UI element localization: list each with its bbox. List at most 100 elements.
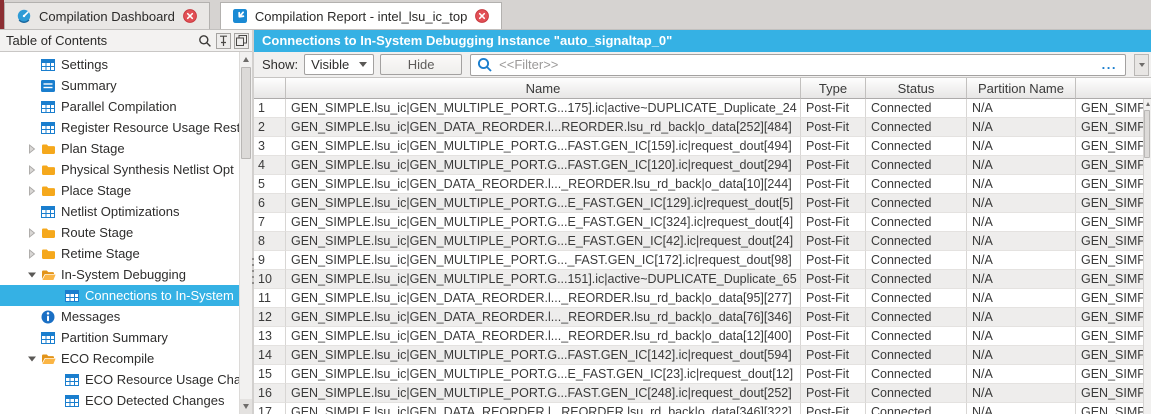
table-scrollbar[interactable] <box>1143 99 1151 414</box>
table-row[interactable]: 8GEN_SIMPLE.lsu_ic|GEN_MULTIPLE_PORT.G..… <box>254 232 1143 251</box>
table-row[interactable]: 11GEN_SIMPLE.lsu_ic|GEN_DATA_REORDER.l..… <box>254 289 1143 308</box>
cell-name: GEN_SIMPLE.lsu_ic|GEN_DATA_REORDER.l..._… <box>286 289 801 308</box>
cell-rownum: 14 <box>254 346 286 365</box>
cell-rownum: 3 <box>254 137 286 156</box>
toc-scrollbar[interactable] <box>239 52 252 414</box>
cell-name: GEN_SIMPLE.lsu_ic|GEN_DATA_REORDER.l..._… <box>286 308 801 327</box>
pin-button[interactable] <box>216 33 231 49</box>
tree-item-connections-to-in-system[interactable]: Connections to In-System <box>0 285 252 306</box>
show-label: Show: <box>262 57 298 72</box>
tree-item-register-resource-usage-restri[interactable]: Register Resource Usage Restri <box>0 117 252 138</box>
tab-compilation-report[interactable]: Compilation Report - intel_lsu_ic_top <box>220 2 502 29</box>
scrollbar-thumb[interactable] <box>241 67 251 159</box>
col-header-name[interactable]: Name <box>286 78 801 99</box>
table-icon <box>40 206 56 218</box>
cell-partition: N/A <box>967 232 1076 251</box>
tree-item-label: Summary <box>61 78 117 93</box>
chevron-right-icon[interactable] <box>24 165 40 175</box>
tree-item-netlist-optimizations[interactable]: Netlist Optimizations <box>0 201 252 222</box>
tree-item-in-system-debugging[interactable]: In-System Debugging <box>0 264 252 285</box>
chevron-down-icon[interactable] <box>24 355 40 363</box>
table-row[interactable]: 16GEN_SIMPLE.lsu_ic|GEN_MULTIPLE_PORT.G.… <box>254 384 1143 403</box>
cell-extra: GEN_SIMPLE <box>1076 137 1143 156</box>
scroll-down-icon[interactable] <box>240 399 252 414</box>
chevron-right-icon[interactable] <box>24 249 40 259</box>
more-options-button[interactable]: ... <box>1102 57 1119 72</box>
cell-type: Post-Fit <box>801 137 866 156</box>
table-row[interactable]: 14GEN_SIMPLE.lsu_ic|GEN_MULTIPLE_PORT.G.… <box>254 346 1143 365</box>
table-row[interactable]: 5GEN_SIMPLE.lsu_ic|GEN_DATA_REORDER.l...… <box>254 175 1143 194</box>
scrollbar-thumb[interactable] <box>1144 110 1150 158</box>
chevron-right-icon[interactable] <box>24 228 40 238</box>
table-row[interactable]: 1GEN_SIMPLE.lsu_ic|GEN_MULTIPLE_PORT.G..… <box>254 99 1143 118</box>
cell-type: Post-Fit <box>801 308 866 327</box>
folder-icon <box>40 185 56 197</box>
chevron-right-icon[interactable] <box>24 186 40 196</box>
tree-item-plan-stage[interactable]: Plan Stage <box>0 138 252 159</box>
pin-icon <box>219 35 228 47</box>
cell-name: GEN_SIMPLE.lsu_ic|GEN_MULTIPLE_PORT.G...… <box>286 384 801 403</box>
tree-item-route-stage[interactable]: Route Stage <box>0 222 252 243</box>
cell-extra: GEN_SIMPLE <box>1076 232 1143 251</box>
tree-item-eco-detected-changes[interactable]: ECO Detected Changes <box>0 390 252 411</box>
table-row[interactable]: 2GEN_SIMPLE.lsu_ic|GEN_DATA_REORDER.l...… <box>254 118 1143 137</box>
tree-item-messages[interactable]: Messages <box>0 306 252 327</box>
toolbar-collapse-button[interactable] <box>1134 54 1149 76</box>
chevron-right-icon[interactable] <box>24 144 40 154</box>
table-row[interactable]: 17GEN_SIMPLE.lsu_ic|GEN_DATA_REORDER.l..… <box>254 403 1143 414</box>
tree-item-label: Plan Stage <box>61 141 125 156</box>
tree-item-parallel-compilation[interactable]: Parallel Compilation <box>0 96 252 117</box>
toc-header: Table of Contents <box>0 30 252 52</box>
cell-status: Connected <box>866 251 967 270</box>
cell-rownum: 13 <box>254 327 286 346</box>
cell-extra: GEN_SIMPLE <box>1076 251 1143 270</box>
table-row[interactable]: 10GEN_SIMPLE.lsu_ic|GEN_MULTIPLE_PORT.G.… <box>254 270 1143 289</box>
cell-partition: N/A <box>967 156 1076 175</box>
report-table-body: 1GEN_SIMPLE.lsu_ic|GEN_MULTIPLE_PORT.G..… <box>254 99 1143 414</box>
gauge-icon <box>16 8 32 24</box>
cell-partition: N/A <box>967 213 1076 232</box>
table-row[interactable]: 3GEN_SIMPLE.lsu_ic|GEN_MULTIPLE_PORT.G..… <box>254 137 1143 156</box>
scroll-up-icon[interactable] <box>240 52 252 67</box>
tree-item-eco-recompile[interactable]: ECO Recompile <box>0 348 252 369</box>
table-row[interactable]: 6GEN_SIMPLE.lsu_ic|GEN_MULTIPLE_PORT.G..… <box>254 194 1143 213</box>
float-window-button[interactable] <box>234 33 249 49</box>
tree-item-place-stage[interactable]: Place Stage <box>0 180 252 201</box>
cell-status: Connected <box>866 308 967 327</box>
table-row[interactable]: 9GEN_SIMPLE.lsu_ic|GEN_MULTIPLE_PORT.G..… <box>254 251 1143 270</box>
table-row[interactable]: 12GEN_SIMPLE.lsu_ic|GEN_DATA_REORDER.l..… <box>254 308 1143 327</box>
report-toolbar: Show: Visible Hide ... <box>254 52 1151 78</box>
col-header-status[interactable]: Status <box>866 78 967 99</box>
tab-compilation-dashboard[interactable]: Compilation Dashboard <box>4 2 210 29</box>
table-row[interactable]: 4GEN_SIMPLE.lsu_ic|GEN_MULTIPLE_PORT.G..… <box>254 156 1143 175</box>
close-icon[interactable] <box>182 8 198 24</box>
tree-item-summary[interactable]: Summary <box>0 75 252 96</box>
cell-type: Post-Fit <box>801 384 866 403</box>
search-icon[interactable] <box>197 33 213 49</box>
col-header-rownum[interactable] <box>254 78 286 99</box>
folder-icon <box>40 227 56 239</box>
table-row[interactable]: 15GEN_SIMPLE.lsu_ic|GEN_MULTIPLE_PORT.G.… <box>254 365 1143 384</box>
folder-icon <box>40 164 56 176</box>
hide-button[interactable]: Hide <box>380 54 462 75</box>
col-header-type[interactable]: Type <box>801 78 866 99</box>
col-header-partition[interactable]: Partition Name <box>967 78 1076 99</box>
cell-partition: N/A <box>967 137 1076 156</box>
cell-rownum: 2 <box>254 118 286 137</box>
table-row[interactable]: 7GEN_SIMPLE.lsu_ic|GEN_MULTIPLE_PORT.G..… <box>254 213 1143 232</box>
tree-item-label: Netlist Optimizations <box>61 204 179 219</box>
table-row[interactable]: 13GEN_SIMPLE.lsu_ic|GEN_DATA_REORDER.l..… <box>254 327 1143 346</box>
filter-box[interactable]: ... <box>470 54 1126 76</box>
report-panel: Connections to In-System Debugging Insta… <box>254 30 1151 414</box>
scroll-up-icon[interactable] <box>1144 99 1151 109</box>
tree-item-settings[interactable]: Settings <box>0 54 252 75</box>
tree-item-eco-resource-usage-chan[interactable]: ECO Resource Usage Chan <box>0 369 252 390</box>
filter-input[interactable] <box>499 57 1096 72</box>
tree-item-partition-summary[interactable]: Partition Summary <box>0 327 252 348</box>
tree-item-physical-synthesis-netlist-opt[interactable]: Physical Synthesis Netlist Opt <box>0 159 252 180</box>
col-header-extra[interactable] <box>1076 78 1151 99</box>
tree-item-retime-stage[interactable]: Retime Stage <box>0 243 252 264</box>
close-icon[interactable] <box>474 8 490 24</box>
chevron-down-icon[interactable] <box>24 271 40 279</box>
show-dropdown[interactable]: Visible <box>304 54 374 75</box>
